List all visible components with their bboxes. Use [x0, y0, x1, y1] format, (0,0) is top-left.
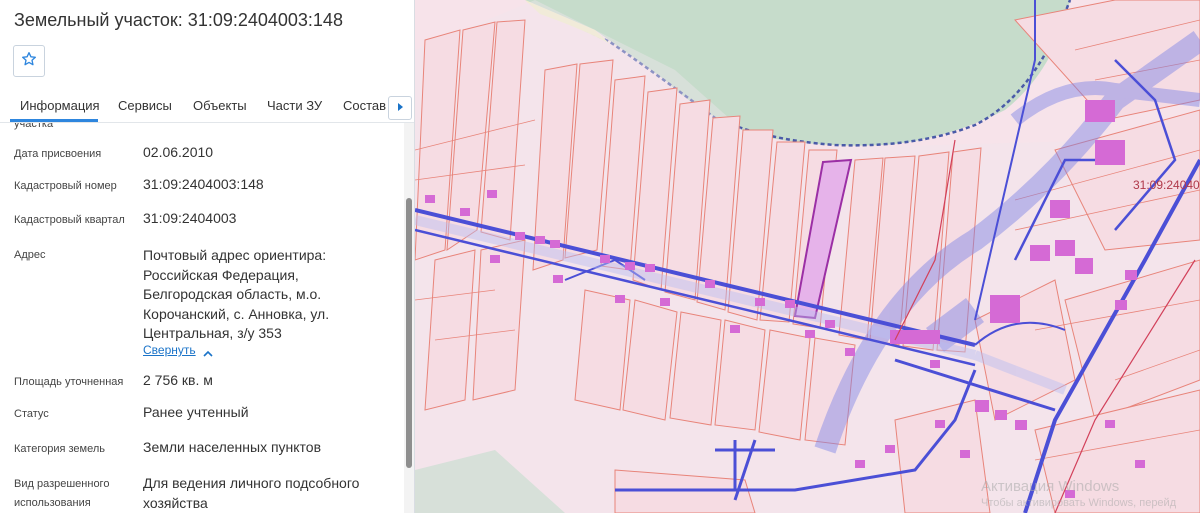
- field-value-address: Почтовый адрес ориентира: Российская Фед…: [143, 247, 330, 341]
- field-value-area: 2 756 кв. м: [143, 372, 213, 388]
- field-value-land-category: Земли населенных пунктов: [143, 439, 322, 455]
- tab-composition[interactable]: Состав: [343, 98, 386, 113]
- tab-information[interactable]: Информация: [20, 98, 100, 113]
- windows-activation-watermark: Активация Windows: [981, 478, 1120, 495]
- collapse-link[interactable]: Свернуть: [143, 343, 196, 357]
- field-label-area: Площадь уточненная: [14, 376, 124, 388]
- field-label-date: Дата присвоения: [14, 148, 102, 160]
- field-label-address: Адрес: [14, 249, 46, 261]
- tab-objects[interactable]: Объекты: [193, 98, 247, 113]
- field-value-status: Ранее учтенный: [143, 404, 249, 420]
- cadastral-quarter-label: 31:09:2404003: [1133, 178, 1200, 192]
- field-value-permitted-use: Для ведения личного подсобного хозяйства: [143, 475, 360, 511]
- info-scroll-area[interactable]: участка Дата присвоения 02.06.2010 Кадас…: [0, 123, 404, 513]
- active-tab-indicator: [10, 119, 98, 122]
- tab-services[interactable]: Сервисы: [118, 98, 172, 113]
- map-view[interactable]: 31:09:2404003 Активация Windows Чтобы ак…: [415, 0, 1200, 513]
- tab-parts[interactable]: Части ЗУ: [267, 98, 322, 113]
- field-label-permitted-use-line2: использования: [14, 497, 91, 509]
- field-value-cadastral-quarter: 31:09:2404003: [143, 210, 237, 226]
- chevron-up-icon[interactable]: [203, 345, 213, 363]
- info-panel: Земельный участок: 31:09:2404003:148 Инф…: [0, 0, 415, 513]
- page-title: Земельный участок: 31:09:2404003:148: [14, 10, 343, 30]
- star-icon: [21, 51, 37, 72]
- tab-bar: Информация Сервисы Объекты Части ЗУ Сост…: [0, 90, 414, 123]
- field-value-date: 02.06.2010: [143, 144, 214, 160]
- chevron-right-icon: [396, 99, 404, 117]
- scrollbar-thumb[interactable]: [406, 198, 412, 468]
- cadastral-map-canvas[interactable]: [415, 0, 1200, 513]
- tabs-next-button[interactable]: [388, 96, 412, 120]
- field-label-cadastral-quarter: Кадастровый квартал: [14, 214, 125, 226]
- field-value-cadastral-number: 31:09:2404003:148: [143, 176, 264, 192]
- windows-activation-hint: Чтобы активировать Windows, перейд: [981, 497, 1177, 509]
- field-label-status: Статус: [14, 408, 49, 420]
- panel-scrollbar[interactable]: [404, 123, 414, 513]
- clipped-label: участка: [14, 123, 54, 130]
- field-label-land-category: Категория земель: [14, 443, 105, 455]
- field-label-cadastral-number: Кадастровый номер: [14, 180, 117, 192]
- favorite-button[interactable]: [13, 45, 45, 77]
- field-label-permitted-use-line1: Вид разрешенного: [14, 478, 110, 490]
